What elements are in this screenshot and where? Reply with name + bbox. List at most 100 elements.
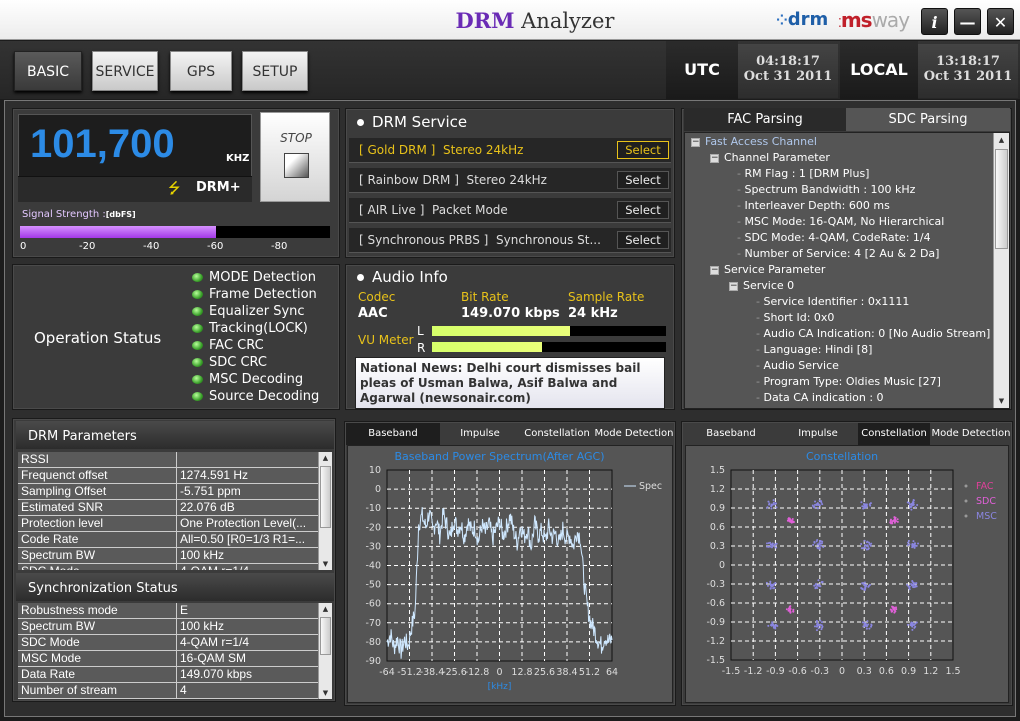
x-tick-label: 38.4 bbox=[556, 667, 577, 678]
chart-tab-constellation[interactable]: Constellation bbox=[520, 423, 594, 445]
param-name: RSSI bbox=[18, 452, 177, 467]
status-item-label: Source Decoding bbox=[209, 389, 320, 404]
collapse-icon[interactable]: − bbox=[710, 265, 719, 275]
tree-scrollbar[interactable]: ▲ ▼ bbox=[993, 133, 1009, 408]
scroll-up-icon[interactable]: ▲ bbox=[319, 454, 332, 462]
chart-tab-impulse-response[interactable]: Impulse Response bbox=[440, 423, 520, 461]
constellation-point-msc bbox=[816, 506, 819, 509]
tree-node[interactable]: - RM Flag : 1 [DRM Plus] bbox=[737, 167, 869, 183]
constellation-point-sdc bbox=[894, 610, 897, 613]
table-row: SDC Mode4-QAM r=1/4 bbox=[18, 635, 318, 651]
vu-meter-label: VU Meter bbox=[358, 333, 414, 347]
title-bar: DRM Analyzer ⁘drm ⁚msway i — ✕ bbox=[0, 0, 1020, 40]
scroll-thumb[interactable] bbox=[320, 466, 331, 528]
tree-node[interactable]: − Service 0 bbox=[729, 279, 794, 295]
tree-node[interactable]: − Service Parameter bbox=[710, 263, 825, 279]
tab-fac-parsing[interactable]: FAC Parsing bbox=[684, 108, 846, 131]
x-tick-label: -1.5 bbox=[722, 666, 741, 677]
drm-parameters-scrollbar[interactable]: ▲ ▼ bbox=[318, 452, 332, 570]
tab-setup[interactable]: SETUP bbox=[242, 51, 308, 91]
service-row[interactable]: [ Gold DRM ] Stereo 24kHz Select bbox=[349, 138, 671, 163]
constellation-point-msc bbox=[912, 543, 915, 546]
constellation-point-msc bbox=[862, 503, 865, 506]
constellation-point-msc bbox=[867, 623, 870, 626]
tree-node[interactable]: − Fast Access Channel bbox=[691, 135, 817, 151]
x-tick-label: -38.4 bbox=[420, 667, 445, 678]
x-tick-label: 0.9 bbox=[901, 666, 916, 677]
tree-node-label: Service Parameter bbox=[724, 263, 826, 276]
tree-node[interactable]: - MSC Mode: 16-QAM, No Hierarchical bbox=[737, 215, 944, 231]
tree-node[interactable]: - Interleaver Depth: 600 ms bbox=[737, 199, 890, 215]
service-row[interactable]: [ Synchronous PRBS ] Synchronous St... Se… bbox=[349, 228, 671, 253]
tree-node[interactable]: - Program Type: Oldies Music [27] bbox=[756, 375, 941, 391]
chart-tab-mode-detection[interactable]: Mode Detection bbox=[594, 423, 674, 445]
tab-service[interactable]: SERVICE bbox=[92, 51, 158, 91]
vu-right-label: R bbox=[417, 341, 426, 355]
tree-node[interactable]: - Audio CA Indication: 0 [No Audio Strea… bbox=[756, 327, 990, 343]
service-row[interactable]: [ AIR Live ] Packet Mode Select bbox=[349, 198, 671, 223]
legend-marker bbox=[964, 499, 968, 503]
service-row[interactable]: [ Rainbow DRM ] Stereo 24kHz Select bbox=[349, 168, 671, 193]
table-row: Data Rate 149.070 kbps bbox=[18, 667, 318, 683]
constellation-point-msc bbox=[864, 584, 867, 587]
constellation-point-msc bbox=[911, 579, 914, 582]
chart-tab-baseband-spectrum[interactable]: Baseband Spectrum bbox=[684, 423, 778, 461]
tree-node[interactable]: - Short Id: 0x0 bbox=[756, 311, 834, 327]
legend-label-msc: MSC bbox=[976, 511, 997, 522]
select-button[interactable]: Select bbox=[617, 171, 669, 189]
table-row: Spectrum BW 100 kHz bbox=[18, 619, 318, 635]
scroll-up-icon[interactable]: ▲ bbox=[994, 136, 1009, 144]
chart-tab-baseband-spectrum[interactable]: Baseband Spectrum bbox=[346, 423, 440, 461]
constellation-point-msc bbox=[772, 626, 775, 629]
tree-node[interactable]: - SDC Mode: 4-QAM, CodeRate: 1/4 bbox=[737, 231, 931, 247]
constellation-chart: -1.5 -1.2 -0.9 -0.6 -0.3 0 0.3 0.6 0.9 1.2 1.51.51… bbox=[706, 450, 997, 677]
stop-button[interactable]: STOP bbox=[260, 112, 330, 202]
tree-node[interactable]: − Channel Parameter bbox=[710, 151, 830, 167]
status-led-icon bbox=[192, 273, 203, 282]
constellation-point-msc bbox=[818, 584, 821, 587]
constellation-point-sdc bbox=[896, 520, 899, 523]
constellation-point-msc bbox=[868, 627, 871, 630]
tab-gps[interactable]: GPS bbox=[170, 51, 232, 91]
collapse-icon[interactable]: − bbox=[729, 281, 738, 291]
select-button[interactable]: Select bbox=[617, 141, 669, 159]
chart-tab-impulse-response[interactable]: Impulse Response bbox=[778, 423, 858, 461]
sync-status-scrollbar[interactable]: ▲ ▼ bbox=[318, 603, 332, 699]
close-button[interactable]: ✕ bbox=[987, 8, 1014, 35]
collapse-icon[interactable]: − bbox=[691, 137, 700, 147]
tree-node[interactable]: - Spectrum Bandwidth : 100 kHz bbox=[737, 183, 915, 199]
spectrum-tabs: Baseband SpectrumImpulse ResponseConstel… bbox=[346, 423, 674, 461]
minimize-button[interactable]: — bbox=[954, 8, 981, 35]
chart-tab-constellation[interactable]: Constellation bbox=[858, 423, 930, 445]
info-button[interactable]: i bbox=[921, 8, 948, 35]
constellation-point-msc bbox=[865, 627, 868, 630]
scroll-thumb[interactable] bbox=[320, 617, 331, 655]
stop-icon bbox=[284, 153, 309, 178]
tree-node[interactable]: - Audio Service bbox=[756, 359, 839, 375]
constellation-point-sdc bbox=[792, 610, 795, 613]
chart-tab-mode-detection[interactable]: Mode Detection bbox=[930, 423, 1012, 445]
tree-node[interactable]: - Language: Hindi [8] bbox=[756, 343, 872, 359]
tree-node[interactable]: - Data CA indication : 0 bbox=[756, 391, 884, 407]
tab-basic[interactable]: BASIC bbox=[14, 51, 82, 91]
constellation-point-msc bbox=[767, 500, 770, 503]
select-button[interactable]: Select bbox=[617, 231, 669, 249]
tree-node[interactable]: - Service Identifier : 0x1111 bbox=[756, 295, 909, 311]
tree-scroll-thumb[interactable] bbox=[995, 149, 1008, 249]
tree-node[interactable]: - Number of Service: 4 [2 Au & 2 Da] bbox=[737, 247, 939, 263]
constellation-point-msc bbox=[910, 622, 913, 625]
collapse-icon[interactable]: − bbox=[710, 153, 719, 163]
codec-value: AAC bbox=[358, 306, 388, 321]
scroll-down-icon[interactable]: ▼ bbox=[994, 397, 1009, 405]
constellation-point-msc bbox=[907, 539, 910, 542]
scroll-up-icon[interactable]: ▲ bbox=[319, 605, 332, 613]
select-button[interactable]: Select bbox=[617, 201, 669, 219]
constellation-point-msc bbox=[906, 501, 909, 504]
constellation-point-msc bbox=[907, 541, 910, 544]
tab-sdc-parsing[interactable]: SDC Parsing bbox=[846, 108, 1010, 131]
tree-node-label: Number of Service: 4 [2 Au & 2 Da] bbox=[744, 247, 940, 260]
scroll-down-icon[interactable]: ▼ bbox=[319, 689, 332, 697]
scroll-down-icon[interactable]: ▼ bbox=[319, 560, 332, 568]
param-value: 149.070 kbps bbox=[180, 667, 253, 681]
table-row: Robustness mode E bbox=[18, 603, 318, 619]
